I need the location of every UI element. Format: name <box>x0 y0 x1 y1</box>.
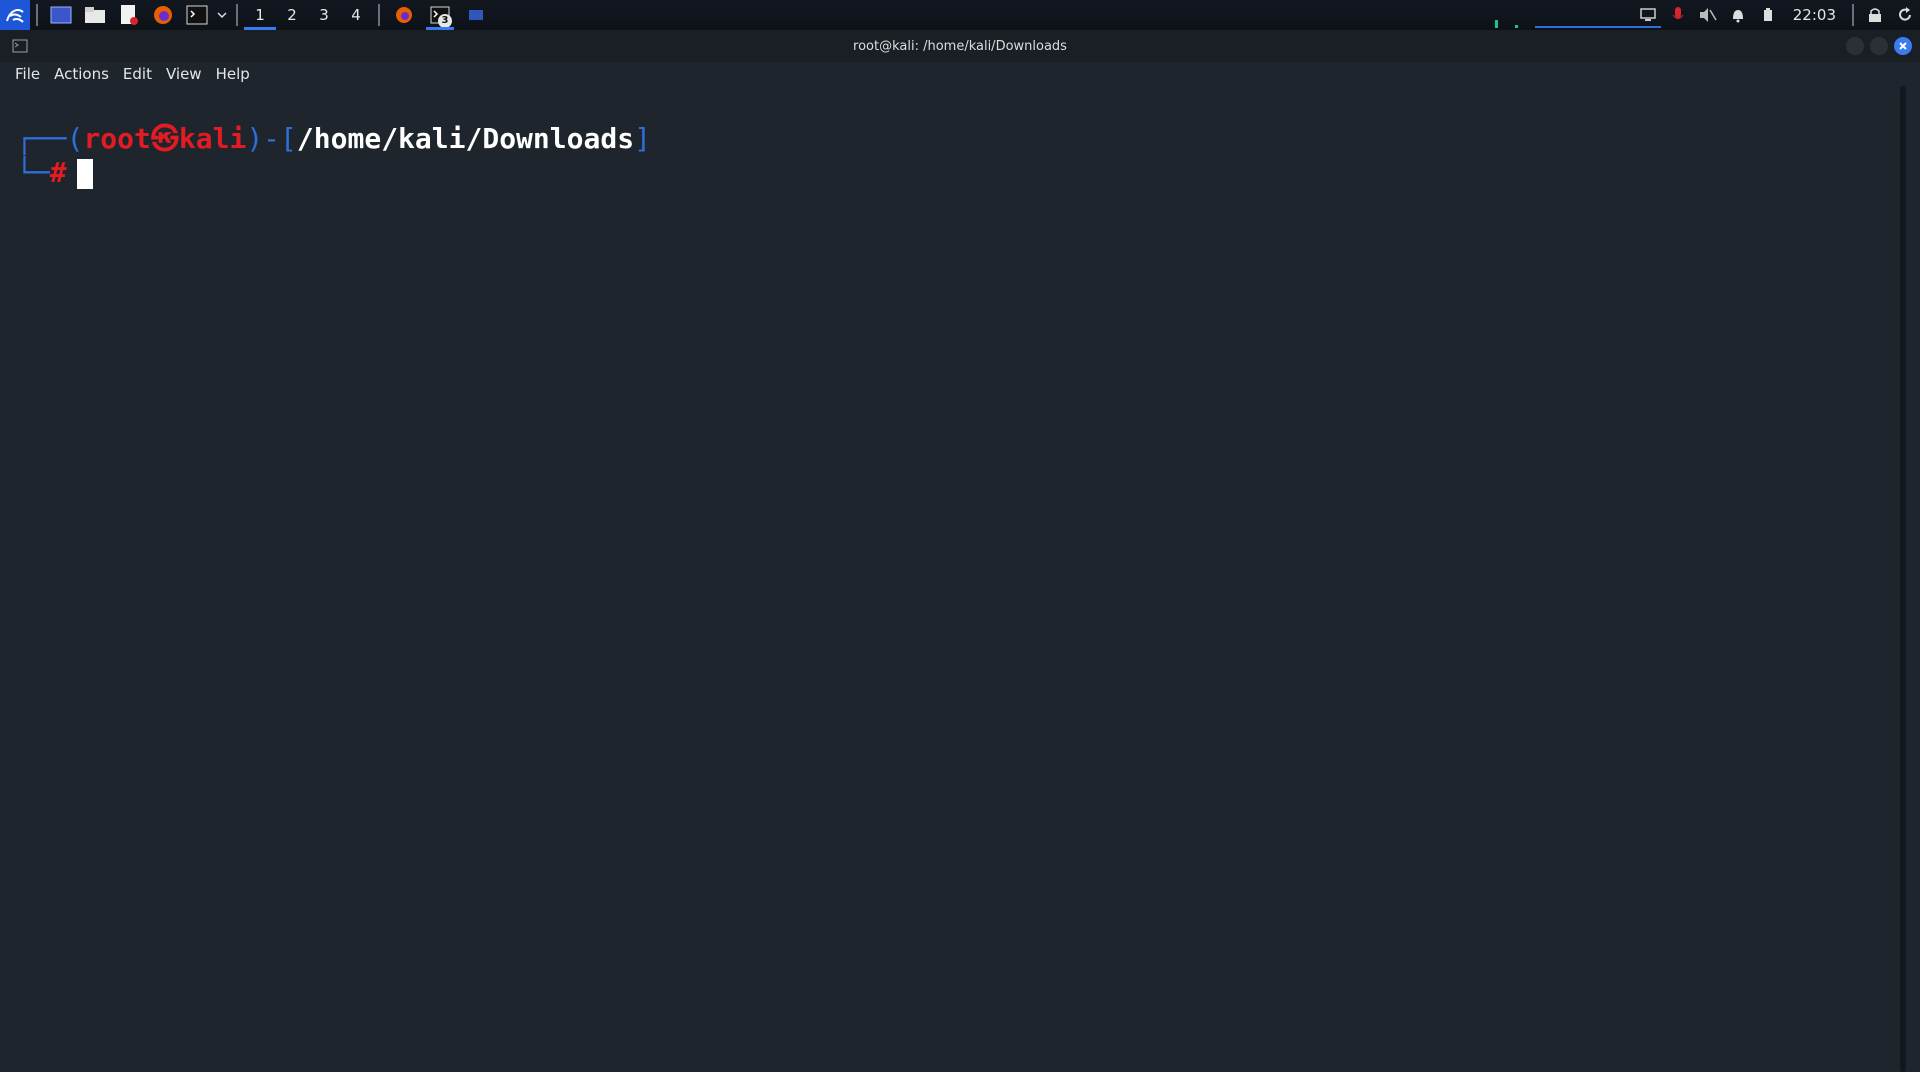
lock-icon <box>1869 8 1881 22</box>
prompt-user: root <box>83 122 151 155</box>
text-cursor <box>76 159 93 189</box>
workspace-label: 3 <box>319 6 329 24</box>
menu-bar: File Actions Edit View Help <box>0 62 1920 86</box>
terminal-icon <box>186 5 208 25</box>
prompt-open: ┌──( <box>16 122 84 155</box>
text-editor-icon <box>121 5 138 25</box>
clock[interactable]: 22:03 <box>1783 6 1846 24</box>
text-editor-launcher[interactable] <box>112 0 146 30</box>
task-firefox[interactable] <box>386 0 422 30</box>
window-title: root@kali: /home/kali/Downloads <box>853 38 1067 54</box>
top-panel: 1 2 3 4 3 22:03 <box>0 0 1920 30</box>
show-desktop-launcher[interactable] <box>44 0 78 30</box>
firefox-icon <box>154 6 172 24</box>
volume-tray-button[interactable] <box>1693 0 1723 30</box>
workspace-label: 2 <box>287 6 297 24</box>
launcher-dropdown[interactable] <box>214 0 230 30</box>
chevron-down-icon <box>217 12 227 19</box>
panel-separator <box>378 4 380 26</box>
kali-dragon-icon <box>6 9 24 23</box>
prompt-hash: # <box>49 156 67 189</box>
workspace-label: 1 <box>255 6 265 24</box>
folder-icon <box>85 7 105 23</box>
maximize-button[interactable] <box>1870 37 1888 55</box>
menu-file[interactable]: File <box>8 65 47 83</box>
microphone-tray-button[interactable] <box>1663 0 1693 30</box>
prompt-line-2: └─# <box>16 156 93 190</box>
lock-screen-button[interactable] <box>1860 0 1890 30</box>
terminal-scrollbar[interactable] <box>1898 86 1908 1072</box>
task-terminal-group[interactable]: 3 <box>422 0 458 30</box>
panel-separator <box>1852 4 1854 26</box>
workspace-label: 4 <box>351 6 361 24</box>
window-count-badge: 3 <box>438 14 452 28</box>
kali-menu-button[interactable] <box>0 0 30 30</box>
prompt-host: kali <box>178 122 247 155</box>
battery-icon <box>1763 8 1772 21</box>
window-titlebar[interactable]: root@kali: /home/kali/Downloads <box>0 30 1920 62</box>
desktop-icon <box>50 6 72 24</box>
monitor-icon <box>1640 8 1656 21</box>
firefox-icon <box>396 7 412 23</box>
microphone-muted-icon <box>1672 7 1684 19</box>
menu-actions[interactable]: Actions <box>47 65 116 83</box>
scrollbar-thumb[interactable] <box>1900 86 1906 1072</box>
file-manager-launcher[interactable] <box>78 0 112 30</box>
menu-view[interactable]: View <box>159 65 209 83</box>
app-window-icon <box>469 10 483 20</box>
firefox-launcher[interactable] <box>146 0 180 30</box>
prompt-close: ] <box>634 122 651 155</box>
minimize-button[interactable] <box>1846 37 1864 55</box>
menu-edit[interactable]: Edit <box>116 65 159 83</box>
prompt-line-1: ┌──(root㉿kali)-[/home/kali/Downloads] <box>16 122 651 156</box>
logout-button[interactable] <box>1890 0 1920 30</box>
workspace-4[interactable]: 4 <box>340 0 372 30</box>
close-button[interactable] <box>1894 37 1912 55</box>
task-app[interactable] <box>458 0 494 30</box>
menu-help[interactable]: Help <box>209 65 257 83</box>
refresh-icon <box>1899 7 1911 21</box>
volume-muted-icon <box>1699 8 1717 22</box>
close-icon <box>1899 42 1907 50</box>
network-monitor-graph <box>1493 0 1661 30</box>
battery-tray-button[interactable] <box>1753 0 1783 30</box>
workspace-2[interactable]: 2 <box>276 0 308 30</box>
panel-separator <box>36 4 38 26</box>
prompt-separator: )-[ <box>246 122 297 155</box>
notifications-tray-button[interactable] <box>1723 0 1753 30</box>
workspace-1[interactable]: 1 <box>244 0 276 30</box>
prompt-corner: └─ <box>16 156 50 189</box>
prompt-at: ㉿ <box>150 122 179 155</box>
workspace-3[interactable]: 3 <box>308 0 340 30</box>
bell-icon <box>1732 10 1743 23</box>
panel-separator <box>236 4 238 26</box>
terminal-area[interactable]: ┌──(root㉿kali)-[/home/kali/Downloads] └─… <box>0 86 1898 1072</box>
terminal-launcher[interactable] <box>180 0 214 30</box>
prompt-path: /home/kali/Downloads <box>296 122 635 155</box>
